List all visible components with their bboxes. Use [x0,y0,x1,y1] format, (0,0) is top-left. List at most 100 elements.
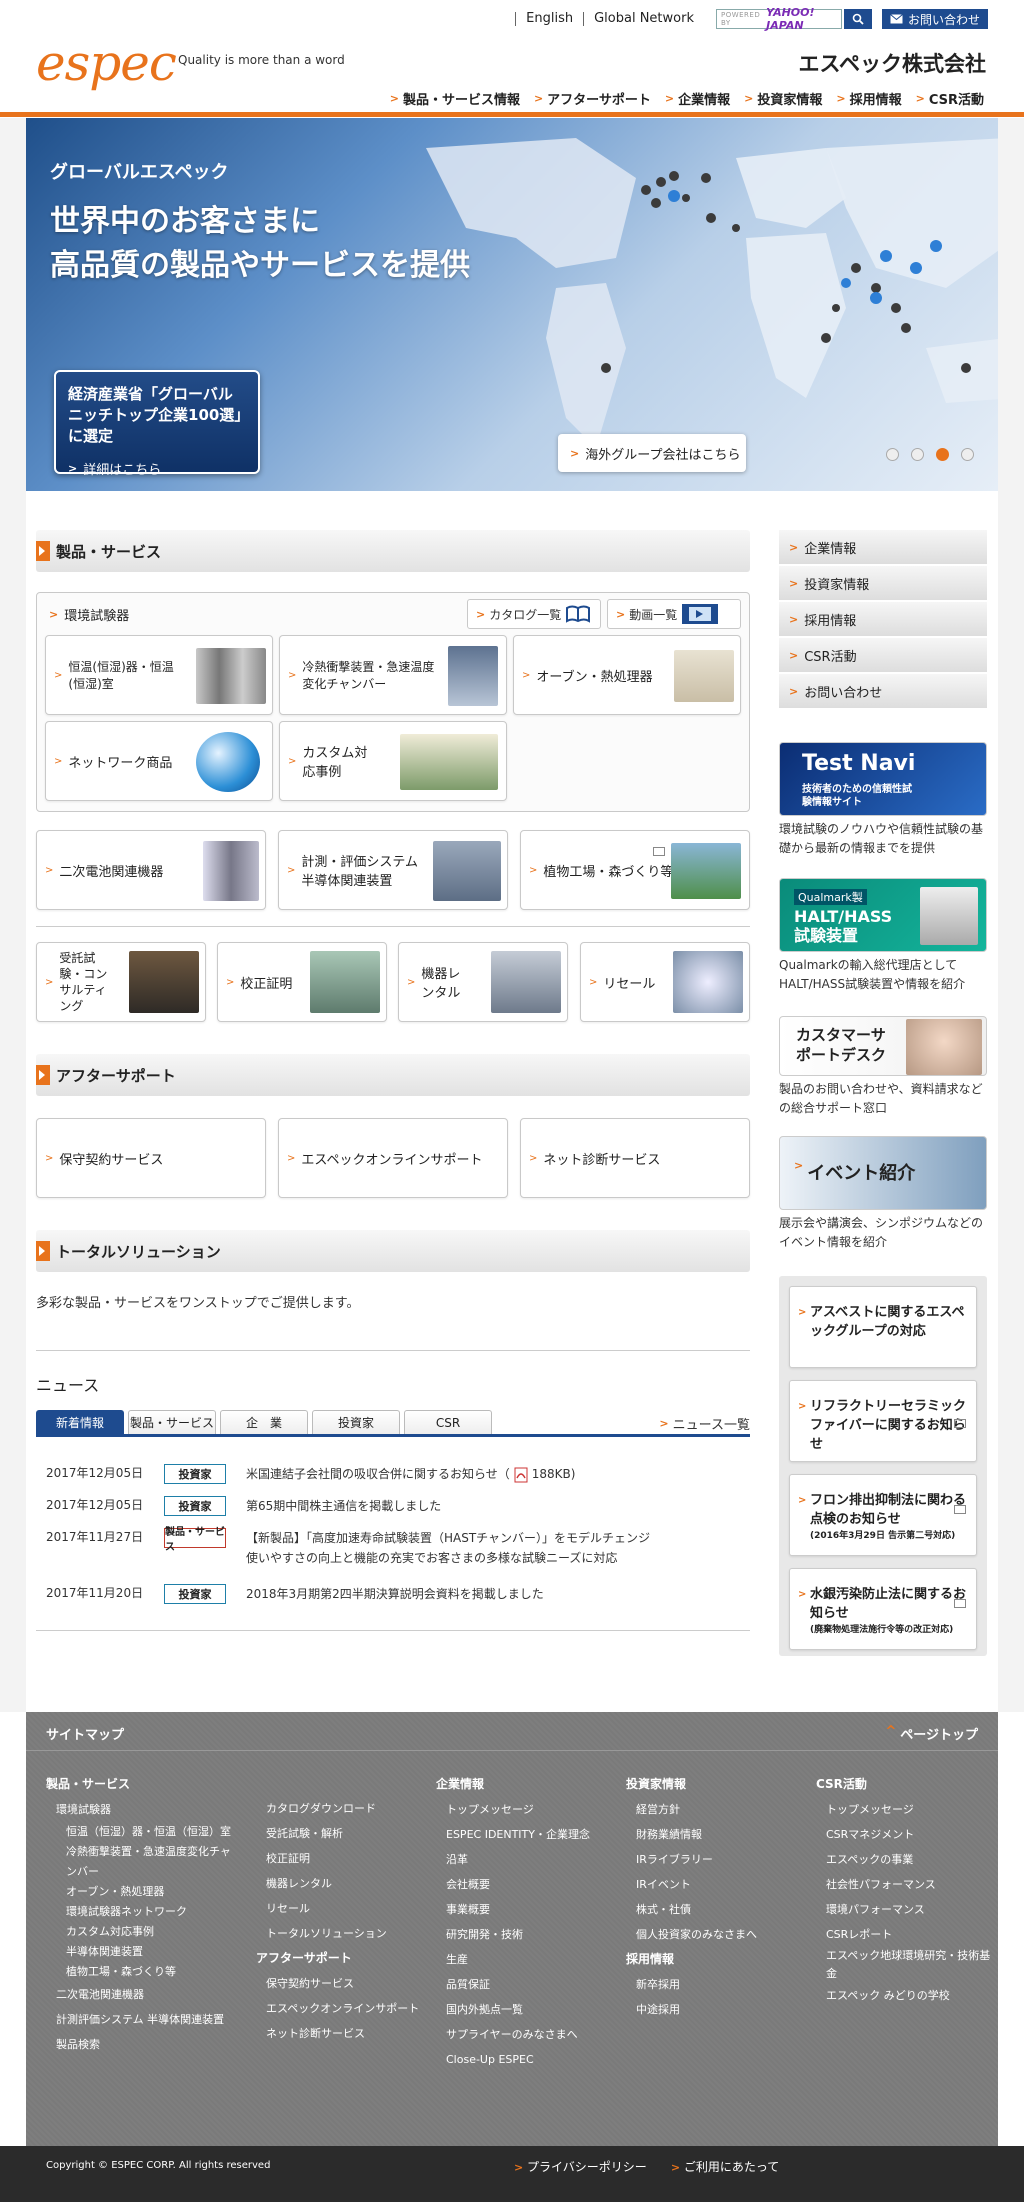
tab-csr[interactable]: CSR [404,1410,492,1434]
footer-link[interactable]: 環境試験器ネットワーク [46,1902,236,1922]
footer-link[interactable]: 新卒採用 [626,1972,806,1997]
tab-products[interactable]: 製品・サービス [128,1410,216,1434]
env-item-network[interactable]: > ネットワーク商品 [45,721,273,801]
footer-link[interactable]: 中途採用 [626,1997,806,2022]
footer-link[interactable]: ネット診断サービス [256,2021,426,2046]
hero-banner[interactable]: グローバルエスペック 世界中のお客さまに 高品質の製品やサービスを提供 経済産業… [26,118,998,491]
nav-products[interactable]: > 製品・サービス情報 [390,89,520,108]
news-all-link[interactable]: > ニュース一覧 [659,1414,750,1433]
news-link[interactable]: 【新製品】「高度加速寿命試験装置（HASTチャンバー）」をモデルチェンジ 使いやす… [246,1528,650,1568]
side-nav-csr[interactable]: > CSR活動 [779,638,987,674]
footer-recruit-head[interactable]: 採用情報 [626,1947,806,1972]
footer-link[interactable]: オーブン・熱処理器 [46,1882,236,1902]
slide-dot-1[interactable] [886,448,899,461]
footer-link[interactable]: 財務業績情報 [626,1822,806,1847]
terms-of-use-link[interactable]: > ご利用にあたって [671,2158,779,2175]
footer-link[interactable]: 二次電池関連機器 [46,1982,236,2007]
catalog-button[interactable]: > カタログ一覧 [467,599,601,629]
net-diagnosis[interactable]: > ネット診断サービス [520,1118,750,1198]
news-link[interactable]: 米国連結子会社間の吸収合併に関するお知らせ（ 188KB) [246,1464,575,1484]
footer-link[interactable]: トップメッセージ [816,1797,992,1822]
footer-link[interactable]: エスペック みどりの学校 [816,1983,992,2008]
privacy-policy-link[interactable]: > プライバシーポリシー [514,2158,647,2175]
slide-dot-2[interactable] [911,448,924,461]
footer-link[interactable]: 品質保証 [436,1972,606,1997]
footer-link[interactable]: Close-Up ESPEC [436,2047,606,2072]
footer-link[interactable]: CSRレポート [816,1922,992,1947]
tab-latest[interactable]: 新着情報 [36,1410,124,1434]
footer-link[interactable]: エスペックオンラインサポート [256,1996,426,2021]
footer-link[interactable]: 研究開発・技術 [436,1922,606,1947]
nav-after-support[interactable]: > アフターサポート [534,89,651,108]
tab-investors[interactable]: 投資家 [312,1410,400,1434]
footer-products-head[interactable]: 製品・サービス [46,1772,236,1797]
maintenance-contract[interactable]: > 保守契約サービス [36,1118,266,1198]
qualmark-banner[interactable]: Qualmark製 HALT/HASS試験装置 [779,878,987,952]
footer-link[interactable]: 計測評価システム 半導体関連装置 [46,2007,236,2032]
footer-link[interactable]: エスペック地球環境研究・技術基金 [816,1947,992,1983]
global-network-link[interactable]: Global Network [583,12,704,26]
search-button[interactable] [843,9,872,29]
footer-link[interactable]: トップメッセージ [436,1797,606,1822]
award-banner[interactable]: 経済産業省「グローバルニッチトップ企業100選」に選定 > 詳細はこちら [54,370,260,478]
notice-freon[interactable]: > フロン排出抑制法に関わる点検のお知らせ (2016年3月29日 告示第二号対応) [789,1474,977,1556]
footer-link[interactable]: 社会性パフォーマンス [816,1872,992,1897]
footer-link[interactable]: ESPEC IDENTITY・企業理念 [436,1822,606,1847]
footer-link[interactable]: カタログダウンロード [256,1796,426,1821]
footer-link[interactable]: 校正証明 [256,1846,426,1871]
side-nav-investors[interactable]: > 投資家情報 [779,566,987,602]
footer-link[interactable]: リセール [256,1896,426,1921]
footer-link[interactable]: 保守契約サービス [256,1971,426,1996]
news-link[interactable]: 2018年3月期第2四半期決算説明会資料を掲載しました [246,1584,544,1604]
nav-investors[interactable]: > 投資家情報 [744,89,822,108]
env-title[interactable]: > 環境試験器 [49,605,129,624]
footer-company-head[interactable]: 企業情報 [436,1772,606,1797]
footer-investors-head[interactable]: 投資家情報 [626,1772,806,1797]
english-link[interactable]: English [515,12,583,26]
espec-logo[interactable]: espec [36,38,177,88]
footer-link[interactable]: 恒温（恒湿）器・恒温（恒湿）室 [46,1822,236,1842]
notice-ceramic-fiber[interactable]: > リフラクトリーセラミックファイバーに関するお知らせ [789,1380,977,1462]
footer-link[interactable]: サプライヤーのみなさまへ [436,2022,606,2047]
page-top-link[interactable]: ^ ページトップ [885,1724,978,1743]
footer-link[interactable]: 環境パフォーマンス [816,1897,992,1922]
footer-link[interactable]: IRイベント [626,1872,806,1897]
slide-dot-3[interactable] [936,448,949,461]
product-battery[interactable]: > 二次電池関連機器 [36,830,266,910]
footer-link[interactable]: 経営方針 [626,1797,806,1822]
footer-link[interactable]: カスタム対応事例 [46,1922,236,1942]
footer-link[interactable]: 生産 [436,1947,606,1972]
side-nav-company[interactable]: > 企業情報 [779,530,987,566]
contact-button[interactable]: お問い合わせ [881,9,988,29]
footer-link[interactable]: CSRマネジメント [816,1822,992,1847]
env-item-custom[interactable]: > カスタム対応事例 [279,721,507,801]
footer-link[interactable]: エスペックの事業 [816,1847,992,1872]
total-solution-heading[interactable]: トータルソリューション [36,1230,750,1272]
nav-csr[interactable]: > CSR活動 [916,89,984,108]
service-consulting[interactable]: > 受託試験・コンサルティング [36,942,206,1022]
footer-link[interactable]: トータルソリューション [256,1921,426,1946]
testnavi-banner[interactable]: Test Navi 技術者のための信頼性試験情報サイト [779,742,987,816]
event-banner[interactable]: > イベント紹介 [779,1136,987,1210]
env-item-thermal-shock[interactable]: > 冷熱衝撃装置・急速温度変化チャンバー [279,635,507,715]
nav-recruit[interactable]: > 採用情報 [836,89,901,108]
online-support[interactable]: > エスペックオンラインサポート [278,1118,508,1198]
env-item-thermo[interactable]: > 恒温(恒湿)器・恒温(恒湿)室 [45,635,273,715]
footer-link[interactable]: 株式・社債 [626,1897,806,1922]
group-companies-link[interactable]: > 海外グループ会社はこちら [558,434,746,472]
tab-company[interactable]: 企 業 [220,1410,308,1434]
footer-after-support-head[interactable]: アフターサポート [256,1946,426,1971]
news-link[interactable]: 第65期中間株主通信を掲載しました [246,1496,441,1516]
footer-link[interactable]: 植物工場・森づくり等 [46,1962,236,1982]
footer-link[interactable]: 冷熱衝撃装置・急速温度変化チャンバー [46,1842,236,1882]
search-input[interactable]: POWERED BY YAHOO! JAPAN [715,6,842,32]
service-rental[interactable]: > 機器レンタル [398,942,568,1022]
footer-link[interactable]: 事業概要 [436,1897,606,1922]
footer-link[interactable]: IRライブラリー [626,1847,806,1872]
video-button[interactable]: > 動画一覧 [607,599,741,629]
slide-dot-4[interactable] [961,448,974,461]
product-plant-factory[interactable]: > 植物工場・森づくり等 [520,830,750,910]
customer-support-banner[interactable]: カスタマーサポートデスク [779,1016,987,1076]
award-detail-link[interactable]: > 詳細はこちら [68,459,246,478]
notice-asbestos[interactable]: > アスベストに関するエスペックグループの対応 [789,1286,977,1368]
